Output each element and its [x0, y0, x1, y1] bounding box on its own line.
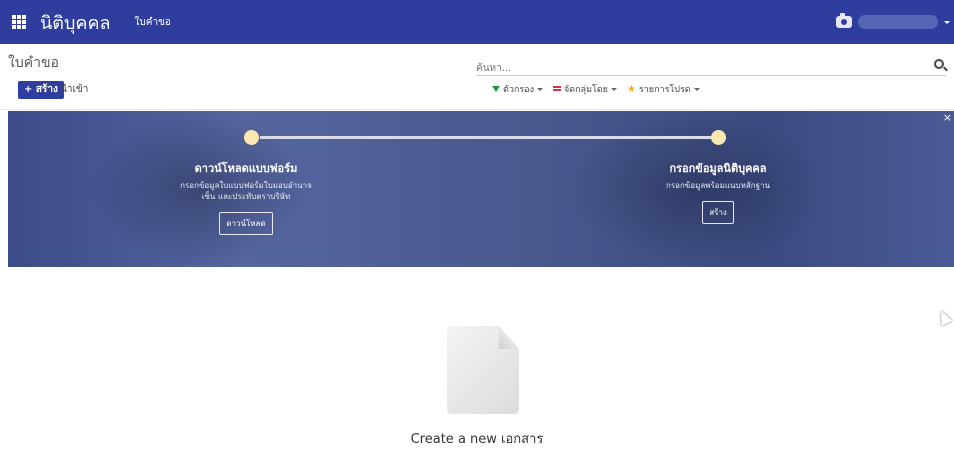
import-button[interactable]: นำเข้า: [60, 81, 88, 99]
create-button[interactable]: + สร้าง: [18, 81, 64, 99]
nav-menu-requests[interactable]: ใบคำขอ: [135, 15, 171, 30]
step-dot-2: [711, 130, 726, 145]
step-title: ดาวน์โหลดแบบฟอร์ม: [194, 162, 298, 175]
progress-line: [260, 136, 720, 139]
nav-user-area: [836, 0, 954, 44]
download-button[interactable]: ดาวน์โหลด: [219, 212, 273, 235]
groupby-label: จัดกลุ่มโดย: [563, 85, 608, 95]
camera-icon[interactable]: [836, 13, 852, 28]
step-fill-info: กรอกข้อมูลนิติบุคคล กรอกข้อมูลพร้อมแนบหล…: [628, 159, 808, 224]
control-panel: ใบคำขอ + สร้าง นำเข้า ตัวกรอง จัดกลุ่มโด…: [0, 44, 954, 110]
groupby-dropdown[interactable]: จัดกลุ่มโดย: [552, 82, 617, 96]
banner-create-button[interactable]: สร้าง: [702, 201, 734, 224]
chevron-down-icon: [536, 87, 543, 91]
empty-state-title: Create a new เอกสาร: [410, 432, 544, 447]
favorites-dropdown[interactable]: ★ รายการโปรด: [627, 82, 700, 96]
search-icon[interactable]: [934, 59, 944, 69]
step-title: กรอกข้อมูลนิติบุคคล: [669, 162, 767, 175]
chevron-down-icon[interactable]: [944, 20, 950, 24]
step-desc-line2: เซ็น และประทับตราบริษัท: [201, 192, 291, 201]
step-desc-line1: กรอกข้อมูลใบแบบฟอร์มใบมอบอำนาจ: [180, 181, 312, 190]
search-bar: [476, 56, 946, 78]
step-download: ดาวน์โหลดแบบฟอร์ม กรอกข้อมูลใบแบบฟอร์มใบ…: [156, 159, 336, 235]
apps-grid-icon[interactable]: [12, 15, 26, 29]
step-desc-line1: กรอกข้อมูลพร้อมแนบหลักฐาน: [666, 181, 770, 190]
chevron-down-icon: [610, 87, 617, 91]
empty-state: Create a new เอกสาร: [0, 268, 954, 459]
funnel-icon: [492, 86, 500, 92]
star-icon: ★: [626, 83, 636, 95]
onboarding-banner: × ดาวน์โหลดแบบฟอร์ม กรอกข้อมูลใบแบบฟอร์ม…: [8, 111, 954, 267]
favorites-label: รายการโปรด: [638, 85, 691, 95]
chevron-down-icon: [693, 87, 700, 91]
filter-label: ตัวกรอง: [503, 85, 534, 95]
close-icon[interactable]: ×: [943, 111, 952, 124]
app-brand[interactable]: นิติบุคคล: [40, 8, 111, 37]
search-input[interactable]: [476, 59, 916, 78]
user-menu[interactable]: [858, 15, 938, 29]
filter-dropdown[interactable]: ตัวกรอง: [492, 82, 543, 96]
filter-toolbar: ตัวกรอง จัดกลุ่มโดย ★ รายการโปรด: [492, 82, 700, 96]
breadcrumb: ใบคำขอ: [8, 55, 59, 71]
top-navbar: นิติบุคคล ใบคำขอ: [0, 0, 954, 44]
bars-icon: [552, 85, 561, 93]
step-dot-1: [244, 130, 259, 145]
mouse-cursor-icon: [935, 308, 953, 326]
